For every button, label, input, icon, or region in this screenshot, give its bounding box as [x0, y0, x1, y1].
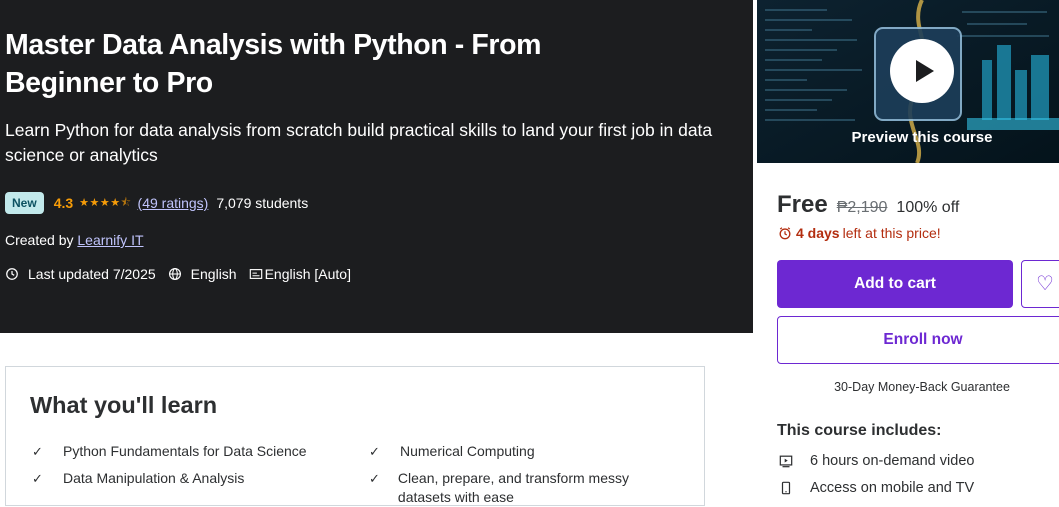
course-hero: Master Data Analysis with Python - From … — [0, 0, 753, 333]
last-updated: Last updated 7/2025 — [5, 266, 156, 282]
wishlist-button[interactable]: ♡ — [1021, 260, 1059, 308]
purchase-sidebar: Preview this course Free ₱2,190 100% off… — [757, 0, 1059, 496]
alarm-icon — [779, 227, 791, 240]
rating-row: New 4.3 ★★★★⯪ (49 ratings) 7,079 student… — [5, 191, 308, 215]
course-preview[interactable]: Preview this course — [757, 0, 1059, 163]
learn-item: ✓ Clean, prepare, and transform messy da… — [369, 469, 629, 507]
what-you-learn-box: What you'll learn ✓ Python Fundamentals … — [5, 366, 705, 506]
what-you-learn-heading: What you'll learn — [30, 392, 218, 418]
check-icon: ✓ — [369, 471, 380, 486]
created-by: Created by Learnify IT — [5, 232, 144, 248]
captions-icon — [249, 269, 262, 279]
new-badge: New — [5, 192, 44, 214]
learn-item-text: Data Manipulation & Analysis — [63, 470, 245, 486]
learn-item-text: Clean, prepare, and transform messy data… — [397, 470, 630, 505]
timer-text: left at this price! — [842, 225, 941, 241]
captions-text: English [Auto] — [264, 266, 351, 282]
star-rating-icon: ★★★★⯪ — [79, 196, 132, 209]
students-count: 7,079 students — [216, 195, 309, 211]
learn-item-text: Python Fundamentals for Data Science — [63, 443, 307, 459]
include-item-video: 6 hours on-demand video — [779, 453, 974, 469]
check-icon: ✓ — [369, 444, 380, 459]
clock-icon — [6, 268, 18, 280]
last-updated-text: Last updated 7/2025 — [28, 266, 156, 282]
created-by-label: Created by — [5, 232, 74, 248]
money-back-guarantee: 30-Day Money-Back Guarantee — [834, 380, 1010, 394]
rating-value: 4.3 — [53, 195, 74, 211]
current-price: Free — [777, 191, 828, 218]
check-icon: ✓ — [32, 471, 43, 486]
heart-icon: ♡ — [1036, 273, 1054, 295]
play-icon[interactable] — [890, 39, 954, 103]
ratings-count-link[interactable]: (49 ratings) — [138, 195, 209, 211]
course-includes-heading: This course includes: — [777, 422, 942, 439]
include-item-mobile: Access on mobile and TV — [779, 480, 974, 496]
price-row: Free ₱2,190 100% off — [777, 191, 959, 219]
captions: English [Auto] — [249, 266, 351, 282]
instructor-link[interactable]: Learnify IT — [77, 232, 143, 248]
discount-timer: 4 days left at this price! — [778, 225, 941, 241]
language-text: English — [190, 266, 237, 282]
include-mobile-text: Access on mobile and TV — [810, 480, 975, 496]
course-subtitle: Learn Python for data analysis from scra… — [5, 120, 713, 165]
add-to-cart-button[interactable]: Add to cart — [777, 260, 1013, 308]
discount-percent: 100% off — [896, 199, 960, 216]
enroll-now-button[interactable]: Enroll now — [777, 316, 1059, 364]
timer-days: 4 days — [796, 225, 840, 241]
video-icon — [779, 455, 793, 468]
learn-item-text: Numerical Computing — [400, 443, 535, 459]
globe-icon — [168, 268, 181, 280]
include-video-text: 6 hours on-demand video — [810, 453, 975, 469]
learn-item: ✓ Data Manipulation & Analysis — [32, 469, 332, 488]
learn-item: ✓ Numerical Computing — [369, 442, 669, 461]
course-meta-row: Last updated 7/2025 English English [Aut… — [5, 266, 363, 282]
language: English — [168, 266, 237, 282]
preview-label: Preview this course — [851, 129, 993, 146]
course-title: Master Data Analysis with Python - From … — [5, 29, 542, 99]
learn-item: ✓ Python Fundamentals for Data Science — [32, 442, 332, 461]
check-icon: ✓ — [32, 444, 43, 459]
mobile-icon — [781, 481, 791, 495]
original-price: ₱2,190 — [836, 199, 888, 216]
